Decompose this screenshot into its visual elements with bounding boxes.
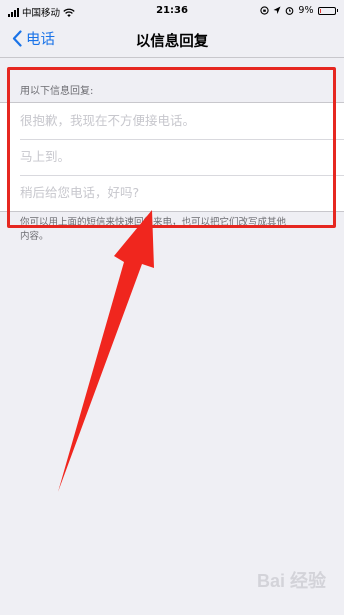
annotation-arrow-icon: [58, 210, 154, 492]
watermark: Bai 经验: [256, 571, 326, 591]
